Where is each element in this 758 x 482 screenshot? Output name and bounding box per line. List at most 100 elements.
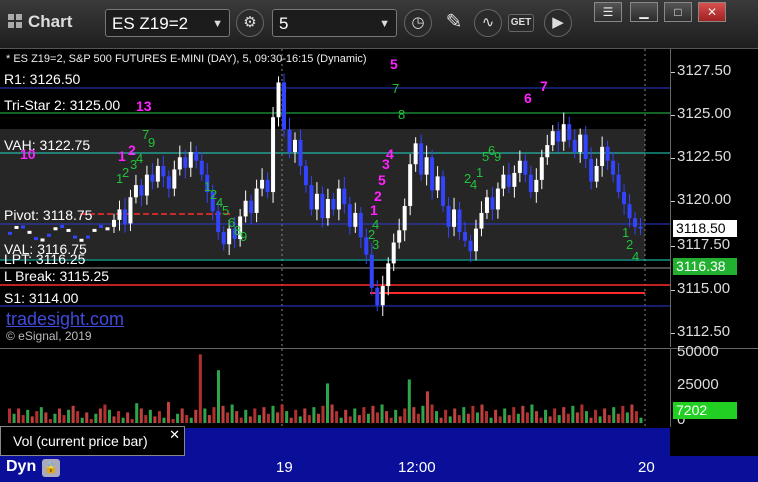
maximize-icon[interactable]: □ — [664, 2, 692, 22]
candle-body — [353, 212, 358, 227]
candle-body — [517, 160, 522, 173]
sequence-count: 5 — [378, 172, 386, 188]
sequence-count: 5 — [390, 56, 398, 72]
lock-icon[interactable]: 🔒 — [42, 459, 60, 477]
window-menu-icon[interactable]: ☰ — [594, 2, 622, 22]
candle-body — [402, 205, 407, 231]
candle-body — [435, 176, 440, 191]
candle-body — [446, 205, 451, 227]
dynamic-mode-label[interactable]: Dyn — [6, 458, 36, 476]
volume-bar — [480, 404, 484, 423]
volume-bar — [298, 416, 302, 423]
volume-bar — [248, 416, 252, 423]
candle-body — [512, 172, 517, 187]
volume-bar — [530, 404, 534, 423]
candle-body — [99, 224, 103, 228]
sequence-count: 9 — [148, 135, 155, 150]
candle-body — [117, 209, 122, 220]
window-title[interactable]: Chart — [8, 12, 72, 32]
sequence-count: 13 — [136, 98, 152, 114]
volume-bar — [144, 415, 148, 423]
candle-body — [122, 209, 127, 224]
minimize-icon[interactable]: ▁ — [630, 2, 658, 22]
volume-bar — [448, 416, 452, 423]
candle-body — [523, 160, 528, 175]
candle-body — [561, 124, 566, 142]
symbol-selector[interactable]: ES Z19=2 ▼ — [105, 9, 230, 37]
time-axis[interactable]: Dyn 🔒 19 12:00 20 — [0, 456, 758, 482]
volume-bar — [371, 405, 375, 423]
price-label-3120: 3120.00 — [677, 191, 732, 208]
close-icon[interactable]: ✕ — [698, 2, 726, 22]
candle-body — [473, 228, 478, 252]
watermark-link[interactable]: tradesight.com — [6, 309, 124, 330]
studies-icon[interactable]: ∿ — [474, 9, 502, 37]
vol-label-50000: 50000 — [677, 343, 719, 360]
volume-bar — [616, 413, 620, 423]
volume-bar — [534, 411, 539, 423]
candle-body — [578, 134, 583, 153]
time-label-1200: 12:00 — [398, 459, 436, 476]
candle-body — [150, 174, 155, 182]
volume-bar — [594, 409, 598, 423]
volume-bar — [212, 407, 216, 423]
volume-bar — [226, 412, 230, 423]
volume-bar — [112, 416, 116, 423]
candle-body — [605, 146, 610, 161]
candle-body — [408, 164, 413, 206]
volume-bar — [30, 416, 34, 423]
close-icon[interactable]: ✕ — [169, 427, 180, 443]
lbreak-label: L Break: 3115.25 — [4, 268, 110, 284]
gear-icon[interactable]: ⚙ — [236, 9, 264, 37]
candle-body — [506, 174, 511, 187]
candle-body — [347, 204, 352, 227]
candle-body — [92, 228, 97, 232]
candle-body — [60, 224, 64, 228]
volume-study-label: Vol (current price bar) — [13, 433, 148, 449]
candle-body — [583, 134, 588, 159]
sequence-count: 7 — [392, 81, 399, 96]
candle-body — [216, 211, 221, 233]
candle-body — [413, 143, 418, 165]
candle-body — [633, 218, 638, 227]
volume-bar — [221, 405, 225, 423]
price-chart[interactable]: 1 2 3 4 7 9 1 2 13 10 1 2 4 5 6 8 9 5 7 8 4 3 5 2 1 4 2 3 2 4 1 5 6 9 6 7 1 2… — [0, 49, 670, 347]
pencil-icon[interactable]: ✎ — [440, 9, 468, 37]
candle-body — [86, 235, 90, 239]
candle-body — [611, 160, 616, 175]
volume-bar — [167, 401, 171, 423]
volume-bar — [389, 417, 393, 423]
sequence-count: 1 — [476, 165, 483, 180]
volume-bar — [26, 409, 30, 423]
volume-bar — [589, 417, 593, 423]
volume-bar — [571, 405, 575, 423]
volume-panel[interactable] — [0, 348, 670, 427]
price-axis[interactable]: 3127.50 3125.00 3122.50 3120.00 3117.50 … — [670, 49, 758, 347]
chevron-down-icon: ▼ — [379, 18, 390, 30]
volume-bar — [321, 405, 325, 423]
volume-bar — [48, 419, 52, 423]
volume-bar — [276, 412, 280, 423]
tristar-label: Tri-Star 2: 3125.00 — [4, 97, 121, 113]
volume-plot[interactable] — [0, 349, 670, 427]
volume-bar — [639, 417, 643, 423]
play-icon[interactable]: ▶ — [544, 9, 572, 37]
get-data-icon[interactable]: GET — [508, 14, 534, 32]
clock-icon[interactable]: ◷ — [404, 9, 432, 37]
sequence-count: 4 — [136, 151, 143, 166]
volume-study-tab[interactable]: Vol (current price bar) ✕ — [0, 426, 185, 456]
time-label-20: 20 — [638, 459, 655, 476]
price-plot[interactable]: 1234791 213101245689578435214232415696712… — [0, 49, 670, 347]
volume-bar — [525, 412, 529, 423]
volume-bar — [466, 413, 470, 423]
volume-bar — [634, 411, 638, 423]
volume-bar — [307, 415, 311, 423]
volume-bar — [471, 405, 475, 423]
candle-body — [221, 232, 226, 245]
time-label-19: 19 — [276, 459, 293, 476]
interval-selector[interactable]: 5 ▼ — [272, 9, 397, 37]
volume-bar — [76, 411, 80, 423]
volume-bar — [189, 417, 193, 423]
candle-body — [430, 157, 435, 191]
candle-body — [528, 174, 533, 193]
